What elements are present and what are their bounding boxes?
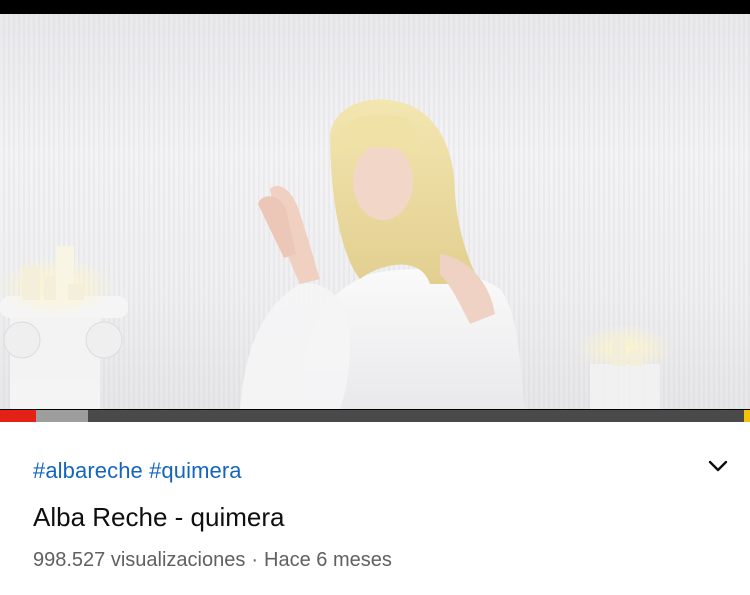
progress-played [0,410,36,422]
video-info: #albareche #quimera Alba Reche - quimera… [0,422,750,595]
video-player[interactable] [0,0,750,422]
video-title: Alba Reche - quimera [33,502,285,532]
right-pillar [575,324,675,409]
video-meta: 998.527 visualizaciones · Hace 6 meses [33,549,392,572]
left-pillar [0,246,128,409]
meta-separator: · [251,549,259,571]
progress-bar[interactable] [0,410,750,422]
progress-end-marker [744,410,750,422]
singer-figure [240,99,525,409]
view-count: 998.527 visualizaciones [33,549,246,571]
upload-age: Hace 6 meses [264,549,392,571]
hashtags-link[interactable]: #albareche #quimera [33,458,242,484]
chevron-down-icon[interactable] [704,452,732,480]
video-frame [0,14,750,409]
